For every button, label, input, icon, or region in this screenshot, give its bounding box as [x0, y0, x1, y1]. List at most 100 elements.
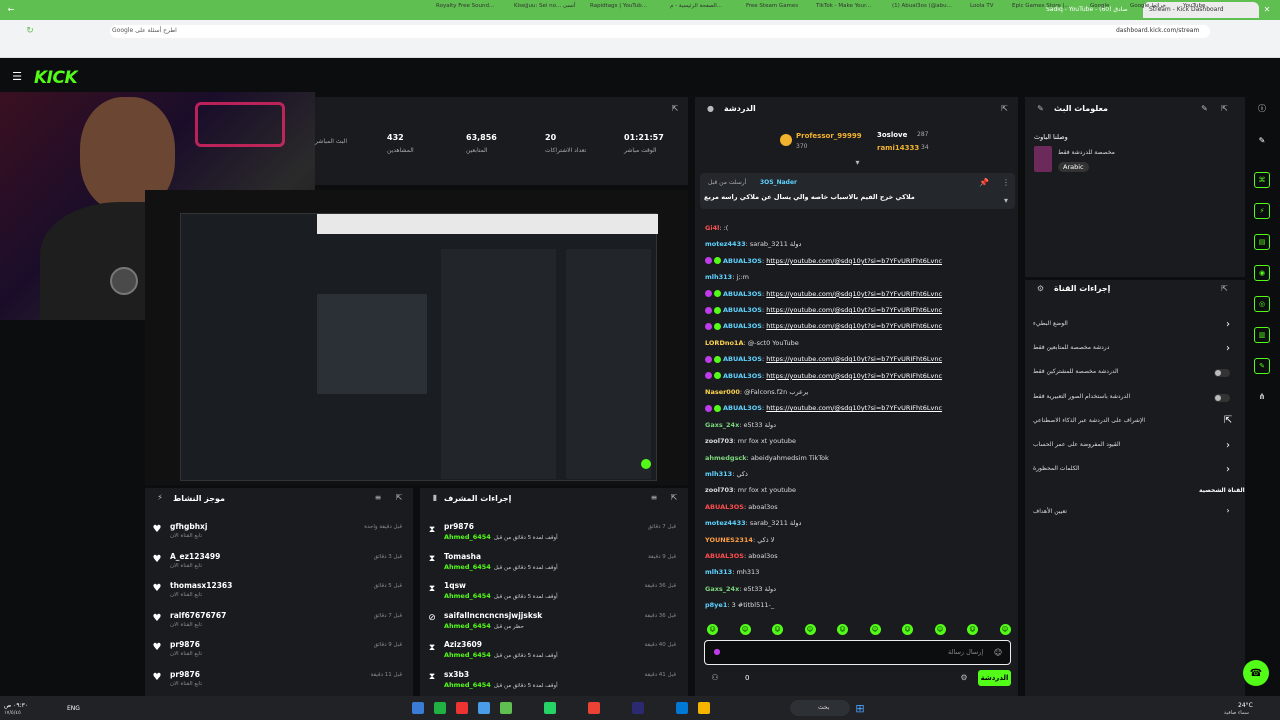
app-icon[interactable]	[456, 702, 468, 714]
chat-username[interactable]: Gi4l	[705, 224, 719, 232]
pen-icon[interactable]: ✎	[1257, 136, 1267, 146]
chat-username[interactable]: Gaxs_24x	[705, 421, 739, 429]
popout-icon[interactable]: ⇱	[1220, 104, 1229, 113]
external-link-icon[interactable]: ⇱	[1224, 416, 1232, 426]
emote-icon[interactable]: ☺	[707, 624, 718, 635]
chevron-right-icon[interactable]: ›	[1224, 464, 1232, 474]
mic-icon[interactable]: ●	[712, 647, 722, 657]
bookmark[interactable]: Google	[1090, 3, 1109, 9]
chat-link[interactable]: https://youtube.com/@sdq10yt?si=b7YFvURI…	[766, 322, 942, 330]
bookmark[interactable]: TikTok - Make Your...	[816, 3, 871, 9]
send-button[interactable]: الدردشة	[978, 670, 1011, 686]
app-icon[interactable]	[434, 702, 446, 714]
emote-icon[interactable]: ☺	[739, 624, 751, 635]
channel-setting[interactable]: الدردشة مخصصة للمشتركين فقط	[1033, 368, 1233, 375]
chat-username[interactable]: mlh313	[705, 568, 732, 576]
menu-icon[interactable]: ☰	[11, 70, 23, 82]
popout-icon[interactable]: ⇱	[670, 104, 680, 114]
windows-icon[interactable]: ⊞	[854, 702, 866, 714]
popout-icon[interactable]: ⇱	[1220, 284, 1229, 293]
chat-username[interactable]: LORDno1A	[705, 339, 743, 347]
bookmark[interactable]: Royalty Free Sound...	[436, 3, 494, 9]
emote-icon[interactable]: ☺	[869, 624, 881, 635]
bookmark[interactable]: Kisejjuu: Sei no... أنسى	[514, 3, 575, 9]
chat-link[interactable]: https://youtube.com/@sdq10yt?si=b7YFvURI…	[766, 372, 942, 380]
chat-username[interactable]: Gaxs_24x	[705, 585, 739, 593]
chat-username[interactable]: motez4433	[705, 519, 746, 527]
layout-icon[interactable]: ▥	[1254, 327, 1270, 343]
chevron-right-icon[interactable]: ›	[1224, 440, 1232, 450]
chat-username[interactable]: motez4433	[705, 240, 746, 248]
close-window-icon[interactable]: ✕	[1262, 5, 1272, 15]
mod-name[interactable]: Ahmed_6454	[444, 622, 491, 630]
doc-icon[interactable]: ▤	[1254, 234, 1270, 250]
chat-username[interactable]: ABUAL3OS	[723, 355, 762, 363]
chevron-down-icon[interactable]: ▾	[1002, 197, 1010, 205]
mod-name[interactable]: Ahmed_6454	[444, 533, 491, 541]
toggle-switch[interactable]	[1214, 393, 1230, 402]
chat-username[interactable]: p8ye1	[705, 601, 727, 609]
mod-name[interactable]: Ahmed_6454	[444, 563, 491, 571]
emoji-icon[interactable]: ☺	[993, 648, 1003, 658]
back-icon[interactable]: ←	[6, 5, 16, 15]
emote-icon[interactable]: ☺	[902, 624, 913, 635]
chat-link[interactable]: https://youtube.com/@sdq10yt?si=b7YFvURI…	[766, 257, 942, 265]
gear-icon[interactable]: ⚙	[960, 674, 968, 682]
edit-icon[interactable]: ✎	[1200, 104, 1209, 113]
chat-username[interactable]: ABUAL3OS	[723, 306, 762, 314]
users-icon[interactable]: ⚇	[710, 674, 720, 682]
chat-link[interactable]: https://youtube.com/@sdq10yt?si=b7YFvURI…	[766, 290, 942, 298]
app-icon[interactable]	[676, 702, 688, 714]
chat-username[interactable]: ABUAL3OS	[723, 257, 762, 265]
app-icon[interactable]	[500, 702, 512, 714]
info-icon[interactable]: ⓘ	[1257, 104, 1267, 114]
more-icon[interactable]: ⋮	[1002, 179, 1010, 187]
stats-icon[interactable]: ⌘	[1254, 172, 1270, 188]
bookmark[interactable]: الصفحة الرئيسية - م...	[670, 3, 722, 9]
broadcast-icon[interactable]: ◎	[1254, 296, 1270, 312]
popout-icon[interactable]: ⇱	[670, 494, 678, 502]
chat-username[interactable]: ABUAL3OS	[723, 372, 762, 380]
bookmark[interactable]: Epic Games Store |...	[1012, 3, 1070, 9]
bookmark[interactable]: (1) Abual3os (@abu...	[892, 3, 952, 9]
emote-icon[interactable]: ☺	[837, 624, 848, 635]
refresh-icon[interactable]: ↻	[25, 26, 35, 36]
app-icon[interactable]	[632, 702, 644, 714]
emote-icon[interactable]: ☺	[772, 624, 783, 635]
emote-icon[interactable]: ☺	[967, 624, 978, 635]
channel-setting[interactable]: الإشراف على الدردشة عبر الذكاء الاصطناعي	[1033, 417, 1233, 424]
chat-username[interactable]: ABUAL3OS	[723, 404, 762, 412]
chat-link[interactable]: https://youtube.com/@sdq10yt?si=b7YFvURI…	[766, 355, 942, 363]
share-icon[interactable]: ⋔	[1257, 392, 1267, 402]
chat-username[interactable]: ABUAL3OS	[705, 552, 744, 560]
bookmark[interactable]: Google خرائط	[1130, 3, 1166, 9]
mod-name[interactable]: Ahmed_6454	[444, 651, 491, 659]
channel-setting[interactable]: الدردشة باستخدام الصور التعبيرية فقط	[1033, 393, 1233, 400]
pin-icon[interactable]: 📌	[979, 179, 989, 187]
filter-icon[interactable]: ≡	[374, 494, 382, 502]
chat-username[interactable]: mlh313	[705, 273, 732, 281]
chat-username[interactable]: mlh313	[705, 470, 732, 478]
chat-username[interactable]: zool703	[705, 437, 734, 445]
mod-name[interactable]: Ahmed_6454	[444, 681, 491, 689]
chevron-right-icon[interactable]: ›	[1224, 507, 1232, 515]
bookmark[interactable]: Rapidtags | YouTub...	[590, 3, 647, 9]
chat-username[interactable]: YOUNES2314	[705, 536, 753, 544]
chat-username[interactable]: ABUAL3OS	[705, 503, 744, 511]
chat-username[interactable]: ABUAL3OS	[723, 290, 762, 298]
channel-setting[interactable]: القيود المفروضة على عمر الحساب	[1033, 441, 1233, 448]
app-icon[interactable]	[478, 702, 490, 714]
bookmark[interactable]: YouTube	[1183, 3, 1205, 9]
emote-icon[interactable]: ☺	[804, 624, 816, 635]
app-icon[interactable]	[698, 702, 710, 714]
chevron-down-icon[interactable]: ▾	[853, 158, 862, 167]
chat-icon[interactable]: ◉	[1254, 265, 1270, 281]
bolt-icon[interactable]: ⚡	[1254, 203, 1270, 219]
chevron-right-icon[interactable]: ›	[1224, 319, 1232, 329]
toggle-switch[interactable]	[1214, 369, 1230, 378]
channel-setting[interactable]: دردشة مخصصة للمتابعين فقط	[1033, 344, 1233, 351]
mod-name[interactable]: Ahmed_6454	[444, 592, 491, 600]
url-field[interactable]	[110, 25, 1210, 38]
popout-icon[interactable]: ⇱	[395, 494, 403, 502]
set-goals[interactable]: تعيين الأهداف	[1033, 508, 1233, 515]
